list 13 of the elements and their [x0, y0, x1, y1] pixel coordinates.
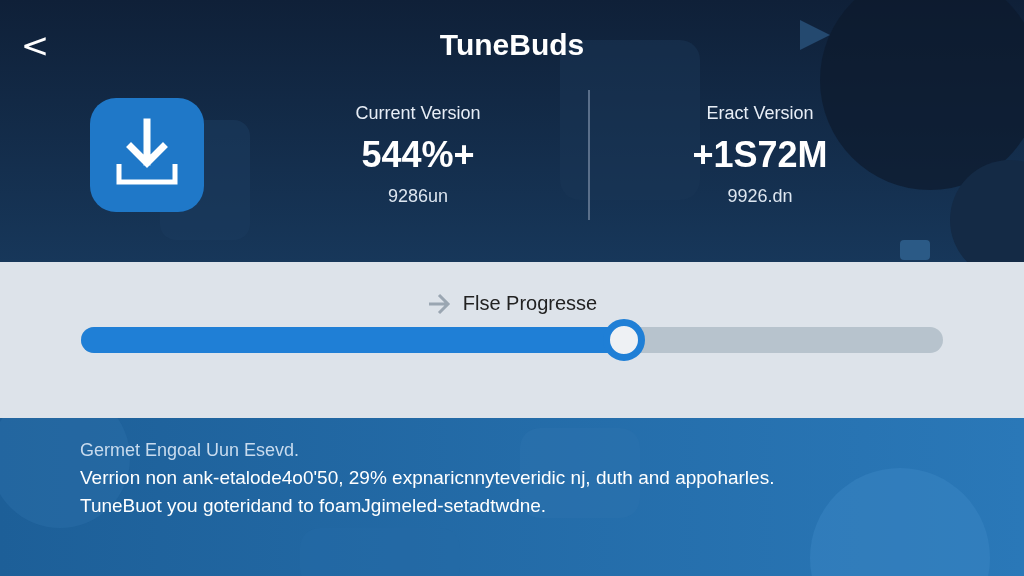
version-value: +1S72M: [692, 134, 828, 176]
notes-text: TuneBuot you goteridand to foamJgimeled-setadtwdne.: [80, 495, 548, 517]
version-label: Eract Version: [706, 103, 814, 124]
progress-label: Flse Progresse: [462, 292, 598, 315]
arrow-icon: [426, 292, 451, 315]
back-button[interactable]: <: [20, 25, 50, 65]
version-size: 9286un: [387, 186, 449, 207]
version-size: 9926.dn: [727, 186, 793, 207]
notes-heading: Germet Engoal Uun Esevd.: [80, 440, 301, 461]
version-label: Current Version: [355, 103, 481, 124]
notes-text: Verrion non ank-etalode4o0'50, 29% expnaricnnyteveridic nj, duth and appoharles.: [80, 467, 776, 489]
version-value: 544%+: [361, 134, 475, 176]
app-title: TuneBuds: [438, 28, 586, 62]
